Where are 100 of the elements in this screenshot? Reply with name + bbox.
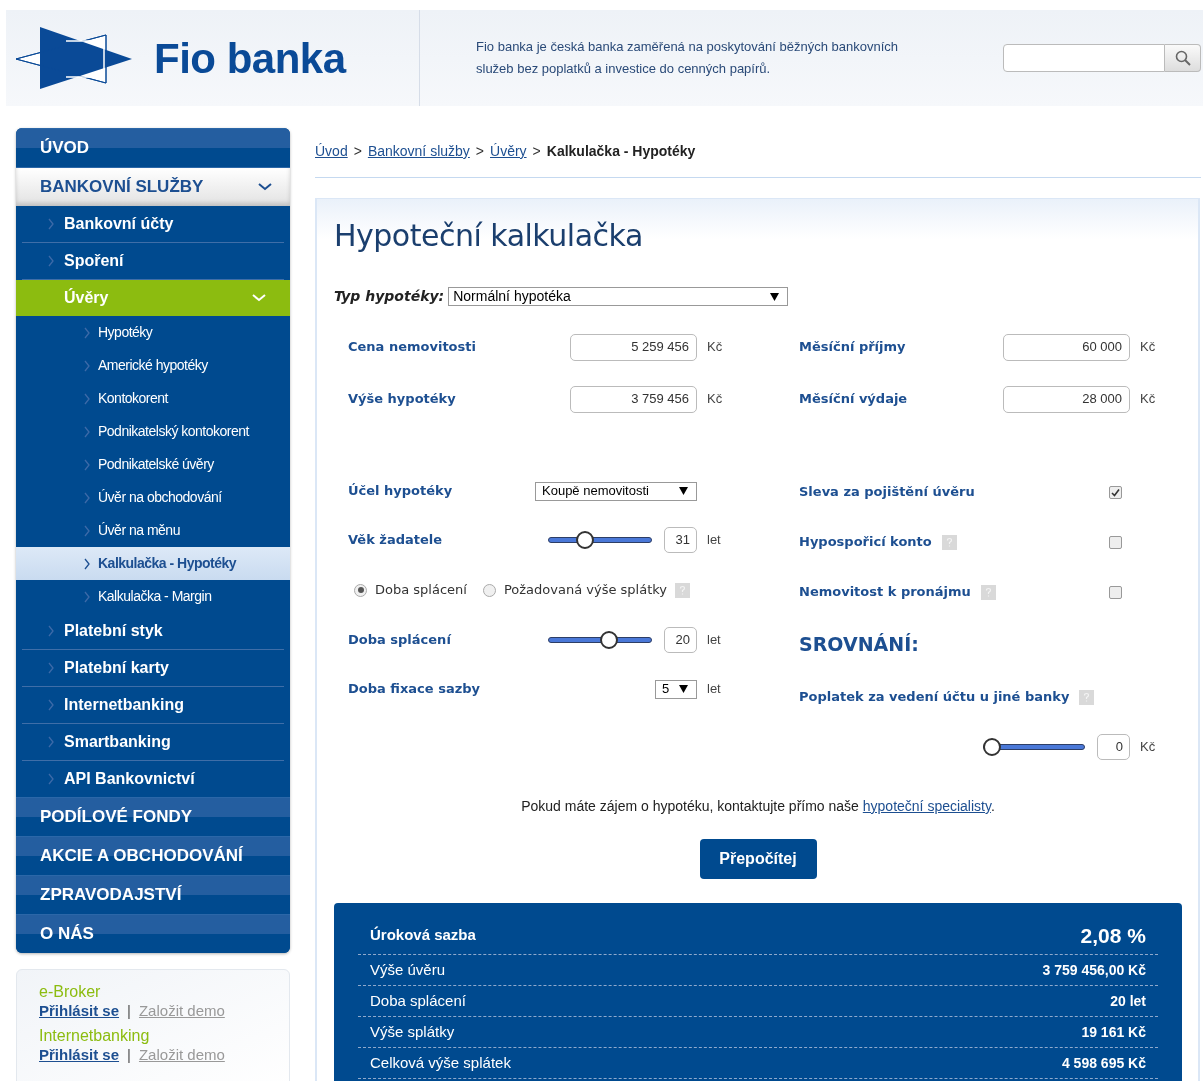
value-field[interactable]: 20 — [664, 627, 697, 653]
chevron-down-icon — [258, 183, 272, 191]
menu-item[interactable]: Platební karty — [16, 650, 290, 686]
result-label: Výše splátky — [370, 1021, 455, 1042]
slider[interactable] — [983, 736, 1085, 758]
slider-thumb[interactable] — [983, 738, 1001, 756]
radio-button[interactable] — [354, 583, 367, 597]
submenu-item[interactable]: Americké hypotéky — [16, 349, 290, 382]
logo-icon[interactable] — [16, 25, 134, 91]
link-separator: | — [127, 1001, 131, 1020]
slider-thumb[interactable] — [599, 631, 618, 649]
radio-button[interactable] — [482, 583, 496, 597]
chevron-icon — [48, 699, 54, 711]
checkbox[interactable] — [1109, 585, 1122, 599]
unit-label: let — [706, 680, 722, 699]
menu-item[interactable]: PODÍLOVÉ FONDY — [16, 797, 290, 836]
radio-label: Požadovaná výše splátky — [503, 581, 667, 600]
value-field[interactable]: 0 — [1097, 734, 1130, 760]
chevron-icon — [48, 736, 54, 748]
submenu-item[interactable]: Úvěr na obchodování — [16, 481, 290, 514]
submenu-item[interactable]: Podnikatelský kontokorent — [16, 415, 290, 448]
slider[interactable] — [548, 629, 652, 651]
checkbox[interactable] — [1109, 485, 1122, 499]
field-label: Hypospořicí konto — [799, 533, 932, 552]
login-link[interactable]: Přihlásit se — [39, 1001, 120, 1020]
breadcrumb-link[interactable]: Bankovní služby — [367, 141, 470, 162]
menu-item[interactable]: Spoření — [16, 243, 290, 279]
login-title: e-Broker — [39, 982, 102, 1001]
unit-label: Kč — [706, 338, 724, 357]
text-field[interactable]: 5 259 456 — [570, 333, 697, 361]
dropdown[interactable]: Koupě nemovitosti — [535, 481, 697, 501]
submenu-item[interactable]: Kontokorent — [16, 382, 290, 415]
chevron-icon — [48, 625, 54, 637]
search-field[interactable] — [1003, 44, 1165, 72]
field-label: Typ hypotéky: — [334, 287, 445, 306]
menu-item[interactable]: BANKOVNÍ SLUŽBY — [16, 167, 290, 206]
value-field[interactable]: 31 — [664, 527, 697, 553]
dropdown[interactable]: 5 — [655, 679, 697, 699]
section-heading: SROVNÁNÍ: — [799, 632, 919, 658]
logo-text[interactable]: Fio banka — [154, 26, 346, 90]
chevron-icon — [48, 255, 54, 267]
breadcrumb-link[interactable]: Úvod — [315, 141, 348, 162]
submenu-item[interactable]: Podnikatelské úvěry — [16, 448, 290, 481]
chevron-icon — [48, 218, 54, 230]
chevron-icon — [84, 557, 90, 570]
unit-label: Kč — [1139, 390, 1157, 409]
breadcrumb-link[interactable]: Úvěry — [490, 141, 527, 162]
chevron-down-icon — [252, 294, 266, 302]
text-field[interactable]: 60 000 — [1003, 333, 1130, 361]
field-label: Poplatek za vedení účtu u jiné banky — [799, 688, 1070, 707]
text-field[interactable]: 28 000 — [1003, 385, 1130, 413]
checkbox[interactable] — [1109, 535, 1122, 549]
link-separator: | — [127, 1045, 131, 1064]
unit-label: Kč — [706, 390, 724, 409]
result-value: 2,08 % — [1080, 922, 1146, 949]
unit-label: Kč — [1139, 738, 1157, 757]
menu-item[interactable]: Internetbanking — [16, 687, 290, 723]
search-icon — [1174, 50, 1191, 66]
submenu-item[interactable]: Úvěr na měnu — [16, 514, 290, 547]
field-label: Výše hypotéky — [348, 390, 457, 409]
submenu-item[interactable]: Hypotéky — [16, 316, 290, 349]
chevron-icon — [84, 392, 90, 405]
result-value: 20 let — [1110, 991, 1146, 1011]
menu-item[interactable]: Smartbanking — [16, 724, 290, 760]
menu-item[interactable]: ZPRAVODAJSTVÍ — [16, 875, 290, 914]
chevron-icon — [84, 458, 90, 471]
login-title: Internetbanking — [39, 1026, 151, 1045]
specialists-link[interactable]: hypoteční specialisty — [862, 798, 991, 814]
menu-item[interactable]: O NÁS — [16, 914, 290, 953]
field-label: Věk žadatele — [348, 531, 444, 550]
field-label: Účel hypotéky — [348, 482, 454, 501]
radio-label: Doba splácení — [375, 581, 467, 600]
recalculate-button[interactable]: Přepočítej — [699, 839, 817, 879]
text-field[interactable]: 3 759 456 — [570, 385, 697, 413]
result-label: Doba splácení — [370, 990, 466, 1011]
menu-item[interactable]: Platební styk — [16, 613, 290, 649]
chevron-icon — [84, 491, 90, 504]
caret-icon — [679, 487, 688, 495]
chevron-icon — [84, 590, 90, 603]
field-label: Měsíční výdaje — [799, 390, 909, 409]
slider[interactable] — [548, 529, 652, 551]
menu-item[interactable]: API Bankovnictví — [16, 761, 290, 797]
submenu-item[interactable]: Kalkulačka - Hypotéky — [16, 547, 290, 580]
unit-label: Kč — [1139, 338, 1157, 357]
dropdown[interactable]: Normální hypotéka — [448, 287, 789, 306]
search-button[interactable] — [1165, 44, 1201, 72]
submenu-item[interactable]: Kalkulačka - Margin — [16, 580, 290, 613]
menu-item[interactable]: Bankovní účty — [16, 206, 290, 242]
breadcrumb-separator: > — [475, 142, 484, 161]
login-link[interactable]: Přihlásit se — [39, 1045, 120, 1064]
tagline: Fio banka je česká banka zaměřená na poskytování běžných bankovních služeb bez poplatků a investice do cenných papírů. — [476, 38, 900, 78]
menu-item[interactable]: ÚVOD — [16, 128, 290, 167]
page-title: Hypoteční kalkulačka — [334, 217, 644, 255]
menu-item[interactable]: AKCIE A OBCHODOVÁNÍ — [16, 836, 290, 875]
result-value: 4 598 695 Kč — [1061, 1053, 1146, 1073]
field-label: Nemovitost k pronájmu — [799, 583, 971, 602]
slider-thumb[interactable] — [575, 531, 594, 549]
field-label: Doba fixace sazby — [348, 680, 482, 699]
unit-label: let — [706, 631, 722, 650]
caret-icon — [770, 292, 780, 301]
